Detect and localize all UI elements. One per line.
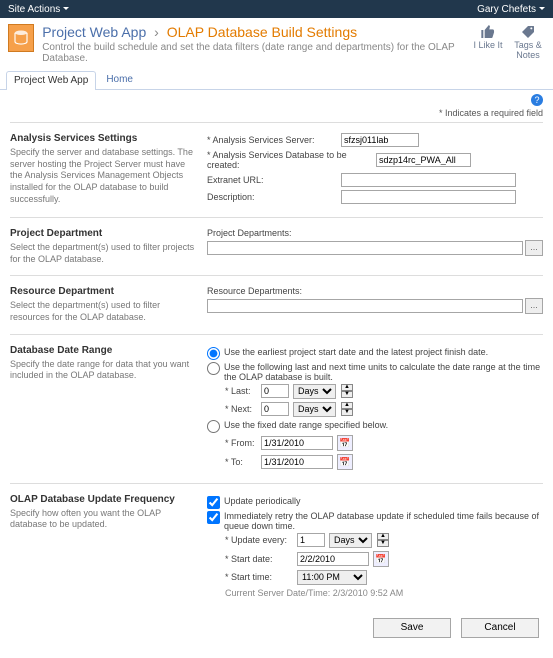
date-opt3-radio[interactable]: [207, 420, 220, 433]
last-label: Last:: [225, 386, 257, 396]
breadcrumb-root-link[interactable]: Project Web App: [42, 24, 146, 40]
required-note: * Indicates a required field: [10, 108, 543, 118]
last-units-select[interactable]: Days: [293, 384, 336, 399]
help-row: ?: [10, 94, 543, 106]
user-name: Gary Chefets: [477, 4, 536, 15]
update-periodic-label: Update periodically: [224, 496, 543, 506]
social-actions: I Like It Tags & Notes: [471, 24, 545, 60]
as-server-label: Analysis Services Server:: [207, 135, 337, 145]
tag-icon: [520, 24, 536, 40]
every-label: Update every:: [225, 535, 293, 545]
title-area: Project Web App › OLAP Database Build Se…: [0, 18, 553, 66]
section-analysis: Analysis Services Settings Specify the s…: [10, 122, 543, 217]
section-desc: Specify the date range for data that you…: [10, 359, 195, 382]
user-menu[interactable]: Gary Chefets: [477, 4, 545, 15]
date-opt3-label: Use the fixed date range specified below…: [224, 420, 543, 430]
as-server-input[interactable]: [341, 133, 419, 147]
as-db-label: Analysis Services Database to be created…: [207, 150, 372, 170]
tab-strip: Project Web App Home: [0, 66, 553, 90]
section-update-freq: OLAP Database Update Frequency Specify h…: [10, 483, 543, 608]
spin-down-button[interactable]: ▼: [377, 540, 389, 547]
footer-buttons: Save Cancel: [10, 608, 543, 648]
site-actions-label: Site Actions: [8, 4, 60, 15]
res-dept-picker[interactable]: [207, 299, 523, 313]
res-dept-label: Resource Departments:: [207, 286, 543, 296]
title-text: Project Web App › OLAP Database Build Se…: [42, 24, 471, 64]
page-description: Control the build schedule and set the d…: [42, 42, 471, 64]
every-units-select[interactable]: Days: [329, 533, 372, 548]
section-proj-dept: Project Department Select the department…: [10, 217, 543, 275]
section-desc: Specify how often you want the OLAP data…: [10, 508, 195, 531]
date-opt2-radio[interactable]: [207, 362, 220, 375]
next-input[interactable]: [261, 402, 289, 416]
as-db-input[interactable]: [376, 153, 471, 167]
spin-down-button[interactable]: ▼: [341, 409, 353, 416]
ribbon-bar: Site Actions Gary Chefets: [0, 0, 553, 18]
spin-up-button[interactable]: ▲: [341, 384, 353, 391]
cancel-button[interactable]: Cancel: [461, 618, 539, 638]
tab-home[interactable]: Home: [98, 70, 141, 89]
update-periodic-checkbox[interactable]: [207, 496, 220, 509]
tags-button[interactable]: Tags & Notes: [511, 24, 545, 60]
proj-dept-browse-button[interactable]: …: [525, 240, 543, 256]
section-title: Resource Department: [10, 286, 195, 297]
save-button[interactable]: Save: [373, 618, 451, 638]
page-title: OLAP Database Build Settings: [167, 24, 357, 40]
start-time-label: Start time:: [225, 572, 293, 582]
calendar-icon[interactable]: 📅: [373, 551, 389, 567]
spin-down-button[interactable]: ▼: [341, 391, 353, 398]
desc-input[interactable]: [341, 190, 516, 204]
from-label: From:: [225, 438, 257, 448]
next-units-select[interactable]: Days: [293, 402, 336, 417]
current-server-time: Current Server Date/Time: 2/3/2010 9:52 …: [225, 588, 543, 598]
section-res-dept: Resource Department Select the departmen…: [10, 275, 543, 333]
start-date-input[interactable]: [297, 552, 369, 566]
to-input[interactable]: [261, 455, 333, 469]
from-input[interactable]: [261, 436, 333, 450]
page-body: ? * Indicates a required field Analysis …: [0, 90, 553, 658]
start-time-select[interactable]: 11:00 PM: [297, 570, 367, 585]
database-icon: [12, 29, 30, 47]
caret-down-icon: [63, 7, 69, 10]
date-opt2-label: Use the following last and next time uni…: [224, 362, 543, 382]
page-icon: [8, 24, 34, 52]
section-desc: Select the department(s) used to filter …: [10, 300, 195, 323]
proj-dept-label: Project Departments:: [207, 228, 543, 238]
section-title: Database Date Range: [10, 345, 195, 356]
caret-down-icon: [539, 7, 545, 10]
start-date-label: Start date:: [225, 554, 293, 564]
extranet-label: Extranet URL:: [207, 175, 337, 185]
breadcrumb-sep: ›: [154, 24, 159, 40]
tab-project-web-app[interactable]: Project Web App: [6, 71, 96, 90]
like-button[interactable]: I Like It: [471, 24, 505, 60]
date-opt1-label: Use the earliest project start date and …: [224, 347, 543, 357]
breadcrumb: Project Web App › OLAP Database Build Se…: [42, 24, 471, 40]
like-label: I Like It: [473, 40, 502, 50]
retry-checkbox[interactable]: [207, 511, 220, 524]
next-label: Next:: [225, 404, 257, 414]
section-title: Analysis Services Settings: [10, 133, 195, 144]
site-actions-menu[interactable]: Site Actions: [8, 4, 69, 15]
section-date-range: Database Date Range Specify the date ran…: [10, 334, 543, 483]
desc-label: Description:: [207, 192, 337, 202]
section-desc: Specify the server and database settings…: [10, 147, 195, 205]
proj-dept-picker[interactable]: [207, 241, 523, 255]
extranet-input[interactable]: [341, 173, 516, 187]
tags-label: Tags & Notes: [511, 40, 545, 60]
res-dept-browse-button[interactable]: …: [525, 298, 543, 314]
spin-up-button[interactable]: ▲: [377, 533, 389, 540]
to-label: To:: [225, 457, 257, 467]
help-icon[interactable]: ?: [531, 94, 543, 106]
every-input[interactable]: [297, 533, 325, 547]
section-desc: Select the department(s) used to filter …: [10, 242, 195, 265]
date-opt1-radio[interactable]: [207, 347, 220, 360]
calendar-icon[interactable]: 📅: [337, 454, 353, 470]
calendar-icon[interactable]: 📅: [337, 435, 353, 451]
last-input[interactable]: [261, 384, 289, 398]
spin-up-button[interactable]: ▲: [341, 402, 353, 409]
section-title: Project Department: [10, 228, 195, 239]
section-title: OLAP Database Update Frequency: [10, 494, 195, 505]
thumbs-up-icon: [480, 24, 496, 40]
